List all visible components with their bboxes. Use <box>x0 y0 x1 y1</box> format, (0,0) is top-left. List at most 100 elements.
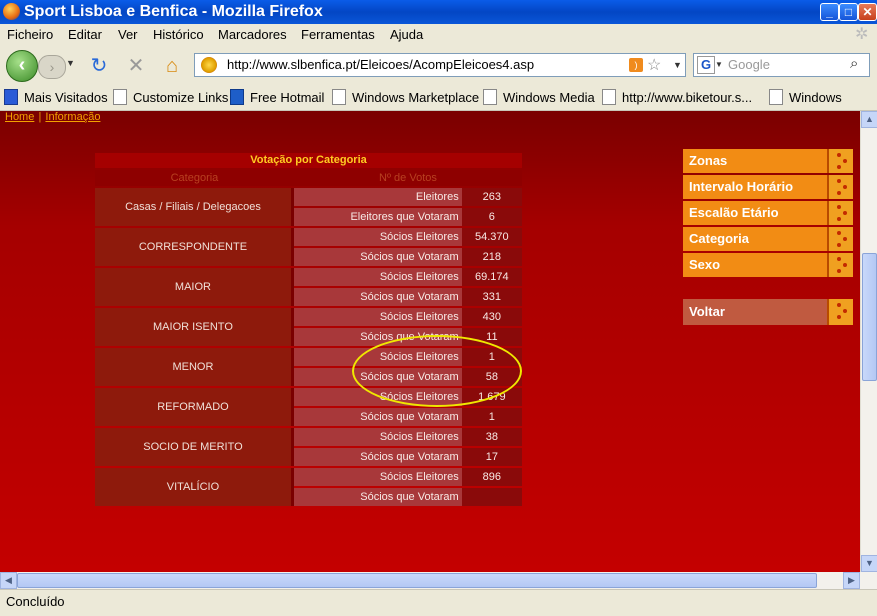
metric-label: Eleitores <box>293 188 462 206</box>
category-cell: SOCIO DE MERITO <box>95 428 294 466</box>
metric-value <box>461 488 522 506</box>
bookmark-windows[interactable]: Windows <box>769 86 842 110</box>
orange-dots-icon <box>827 175 853 199</box>
table-row: MAIOR ISENTO Sócios Eleitores 430 <box>95 308 522 346</box>
orange-dots-icon <box>827 201 853 225</box>
maximize-button[interactable]: □ <box>839 3 858 21</box>
metric-value: 430 <box>461 308 522 326</box>
voltar-button[interactable]: Voltar <box>683 299 853 325</box>
metric-value: 896 <box>461 468 522 486</box>
side-menu: Zonas Intervalo Horário Escalão Etário Cate… <box>683 149 853 279</box>
address-bar[interactable]: http://www.slbenfica.pt/Eleicoes/AcompEl… <box>194 53 686 77</box>
orange-dots-icon <box>827 253 853 277</box>
column-header-votes: Nº de Votos <box>293 170 522 186</box>
site-favicon-icon <box>201 57 217 73</box>
breadcrumb: Home | Informação <box>5 111 101 123</box>
metric-value: 38 <box>461 428 522 446</box>
engine-dropdown-icon[interactable]: ▼ <box>715 60 723 69</box>
bookmark-biketour[interactable]: http://www.biketour.s... <box>602 86 752 110</box>
reload-icon[interactable]: ↻ <box>87 55 111 77</box>
search-input[interactable]: Google <box>728 54 770 76</box>
status-bar: Concluído <box>0 589 877 616</box>
page-icon <box>113 89 127 105</box>
forward-button[interactable]: › <box>38 55 66 79</box>
voltar-label: Voltar <box>689 304 725 319</box>
home-icon[interactable]: ⌂ <box>160 55 184 77</box>
category-cell: MENOR <box>95 348 294 386</box>
metric-label: Sócios Eleitores <box>293 308 462 326</box>
throbber-icon: ✲ <box>855 26 869 43</box>
breadcrumb-info-link[interactable]: Informação <box>45 111 100 123</box>
metric-label: Sócios que Votaram <box>293 248 462 266</box>
metric-label: Sócios Eleitores <box>293 348 462 366</box>
side-menu-item[interactable]: Intervalo Horário <box>683 175 853 199</box>
side-menu-item[interactable]: Categoria <box>683 227 853 251</box>
category-cell: CORRESPONDENTE <box>95 228 294 266</box>
category-cell: REFORMADO <box>95 388 294 426</box>
minimize-button[interactable]: _ <box>820 3 839 21</box>
metric-label: Sócios que Votaram <box>293 368 462 386</box>
search-icon[interactable]: ⌕ <box>850 55 858 72</box>
side-menu-item[interactable]: Sexo <box>683 253 853 277</box>
metric-value: 11 <box>461 328 522 346</box>
page-content: Home | Informação Votação por Categoria Ca… <box>0 111 860 572</box>
bookmark-most-visited[interactable]: Mais Visitados <box>4 86 108 110</box>
url-dropdown-icon[interactable]: ▼ <box>673 60 682 70</box>
close-button[interactable]: ✕ <box>858 3 877 21</box>
msn-icon <box>230 89 244 105</box>
table-row: SOCIO DE MERITO Sócios Eleitores 38 <box>95 428 522 466</box>
side-menu-label: Escalão Etário <box>689 205 779 220</box>
menu-history[interactable]: Histórico <box>153 24 204 46</box>
table-row: VITALÍCIO Sócios Eleitores 896 <box>95 468 522 506</box>
metric-value: 69.174 <box>461 268 522 286</box>
bookmark-customize-links[interactable]: Customize Links <box>113 86 228 110</box>
scroll-left-icon[interactable]: ◀ <box>0 572 17 589</box>
scroll-right-icon[interactable]: ▶ <box>843 572 860 589</box>
search-bar[interactable]: G ▼ Google ⌕ <box>693 53 870 77</box>
google-engine-icon[interactable]: G <box>697 56 715 74</box>
menu-file[interactable]: Ficheiro <box>7 24 53 46</box>
metric-label: Sócios que Votaram <box>293 288 462 306</box>
page-icon <box>769 89 783 105</box>
menu-bookmarks[interactable]: Marcadores <box>218 24 287 46</box>
breadcrumb-home-link[interactable]: Home <box>5 111 34 123</box>
scroll-up-icon[interactable]: ▲ <box>861 111 877 128</box>
metric-label: Sócios que Votaram <box>293 448 462 466</box>
page-icon <box>332 89 346 105</box>
menu-help[interactable]: Ajuda <box>390 24 423 46</box>
side-menu-item[interactable]: Escalão Etário <box>683 201 853 225</box>
menu-view[interactable]: Ver <box>118 24 138 46</box>
history-dropdown-icon[interactable]: ▼ <box>66 58 75 68</box>
bookmark-star-icon[interactable]: ☆ <box>647 55 661 75</box>
menu-tools[interactable]: Ferramentas <box>301 24 375 46</box>
votes-table: Votação por Categoria Categoria Nº de Vo… <box>95 151 522 508</box>
category-cell: VITALÍCIO <box>95 468 294 506</box>
vertical-scroll-thumb[interactable] <box>862 253 877 381</box>
stop-icon[interactable]: ✕ <box>124 55 148 77</box>
vertical-scrollbar[interactable]: ▲ ▼ <box>860 111 877 572</box>
scroll-down-icon[interactable]: ▼ <box>861 555 877 572</box>
back-button[interactable]: ‹ <box>6 50 38 82</box>
side-menu-label: Sexo <box>689 257 721 272</box>
bookmark-windows-marketplace[interactable]: Windows Marketplace <box>332 86 479 110</box>
side-menu-label: Categoria <box>689 231 749 246</box>
metric-value: 263 <box>461 188 522 206</box>
rss-feed-icon[interactable]: ) <box>629 58 643 72</box>
table-row: Casas / Filiais / Delegacoes Eleitores 263 <box>95 188 522 226</box>
category-cell: MAIOR <box>95 268 294 306</box>
horizontal-scroll-thumb[interactable] <box>17 573 817 588</box>
table-title: Votação por Categoria <box>95 153 522 168</box>
horizontal-scrollbar[interactable]: ◀ ▶ <box>0 572 877 589</box>
metric-value: 6 <box>461 208 522 226</box>
metric-label: Eleitores que Votaram <box>293 208 462 226</box>
address-input[interactable]: http://www.slbenfica.pt/Eleicoes/AcompEl… <box>227 54 534 76</box>
firefox-logo-icon <box>3 3 20 20</box>
side-menu-item[interactable]: Zonas <box>683 149 853 173</box>
menu-edit[interactable]: Editar <box>68 24 102 46</box>
orange-dots-icon <box>827 149 853 173</box>
metric-label: Sócios que Votaram <box>293 488 462 506</box>
table-row: MAIOR Sócios Eleitores 69.174 <box>95 268 522 306</box>
bookmark-free-hotmail[interactable]: Free Hotmail <box>230 86 324 110</box>
bookmark-windows-media[interactable]: Windows Media <box>483 86 595 110</box>
category-cell: MAIOR ISENTO <box>95 308 294 346</box>
